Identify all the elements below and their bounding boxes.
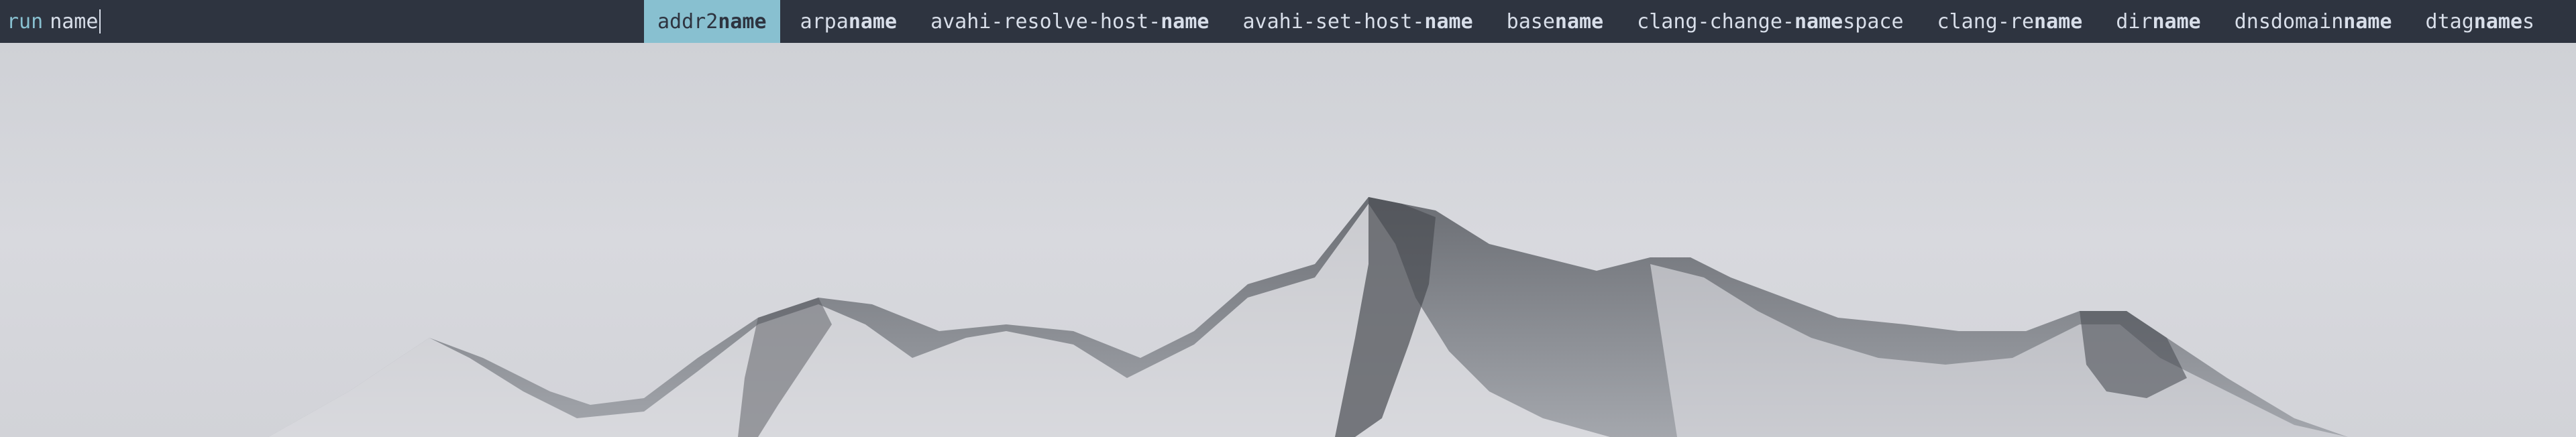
result-match: name — [718, 9, 767, 34]
launcher-result-item[interactable]: clang-change-name space — [1623, 0, 1917, 43]
result-prefix: dir — [2116, 9, 2153, 34]
result-match: name — [2152, 9, 2201, 34]
launcher-results: addr2 name arpa name avahi-resolve-host-name… — [644, 0, 2576, 43]
result-prefix: addr2 — [657, 9, 718, 34]
launcher-query-input[interactable]: name — [50, 10, 98, 34]
result-match: name — [1161, 9, 1210, 34]
result-match: name — [1794, 9, 1843, 34]
launcher-result-item[interactable]: base name — [1493, 0, 1617, 43]
result-match: name — [2034, 9, 2083, 34]
launcher-result-item[interactable]: avahi-set-host-name — [1229, 0, 1486, 43]
desktop: run name addr2 name arpa name avahi-resolve-… — [0, 0, 2576, 437]
result-suffix: s — [2522, 9, 2535, 34]
result-match: name — [848, 9, 898, 34]
mountain-wallpaper — [0, 43, 2576, 437]
launcher-prompt: run — [7, 9, 44, 34]
result-prefix: avahi-set-host- — [1242, 9, 1425, 34]
launcher-result-item[interactable]: addr2 name — [644, 0, 780, 43]
result-match: name — [2343, 9, 2392, 34]
launcher-result-item[interactable]: avahi-resolve-host-name — [917, 0, 1222, 43]
result-prefix: dnsdomain — [2234, 9, 2344, 34]
result-prefix: base — [1506, 9, 1555, 34]
launcher-result-item[interactable]: dnsdomain name — [2221, 0, 2406, 43]
launcher-result-item[interactable]: dtag name s — [2412, 0, 2548, 43]
launcher-result-item[interactable]: dir name — [2102, 0, 2214, 43]
result-match: name — [1554, 9, 1604, 34]
result-prefix: dtag — [2425, 9, 2474, 34]
launcher-result-item[interactable]: clang-re name — [1924, 0, 2096, 43]
result-match: name — [1424, 9, 1473, 34]
result-prefix: avahi-resolve-host- — [930, 9, 1161, 34]
result-prefix: arpa — [800, 9, 849, 34]
text-cursor — [99, 9, 101, 34]
result-match: name — [2473, 9, 2523, 34]
result-suffix: space — [1843, 9, 1904, 34]
result-prefix: clang-change- — [1637, 9, 1794, 34]
result-prefix: clang-re — [1937, 9, 2035, 34]
launcher-result-item[interactable]: arpa name — [787, 0, 911, 43]
launcher-bar: run name addr2 name arpa name avahi-resolve-… — [0, 0, 2576, 43]
launcher-input-area[interactable]: run name — [0, 0, 644, 43]
